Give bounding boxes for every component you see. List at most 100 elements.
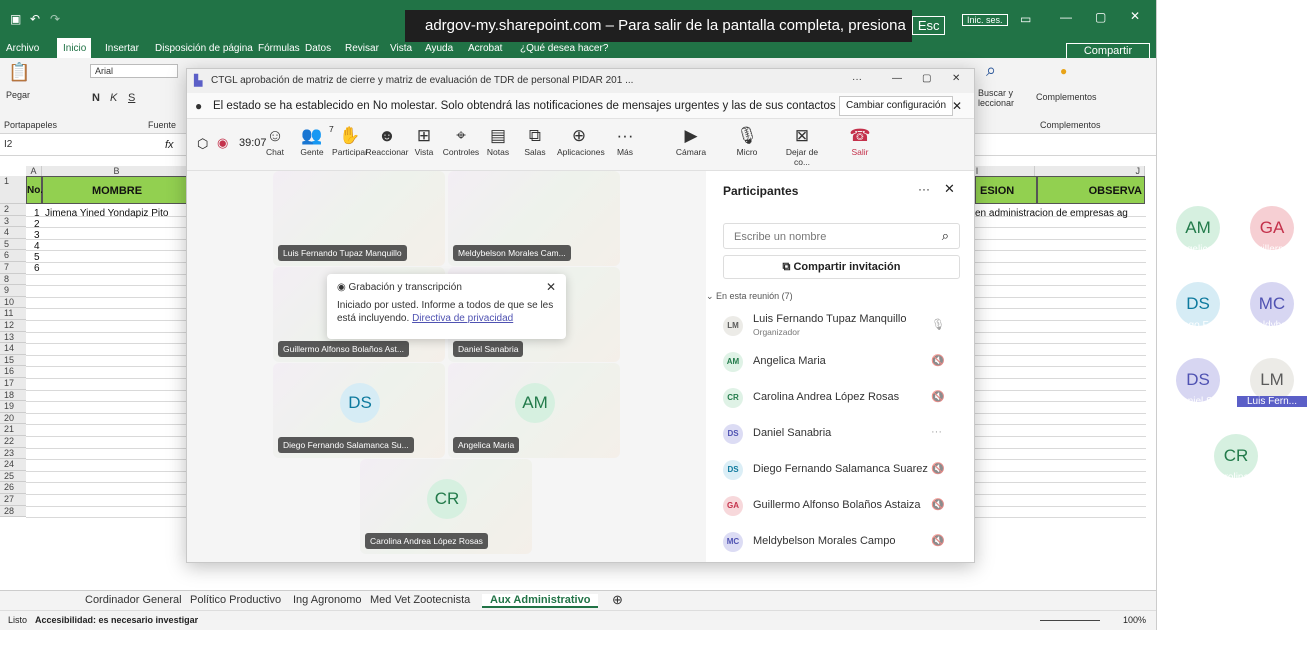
- mic-muted-icon[interactable]: 🔇: [931, 390, 945, 403]
- in-meeting-section[interactable]: ⌄ En esta reunión (7): [706, 291, 793, 302]
- name-box[interactable]: I2: [4, 139, 94, 153]
- row-header[interactable]: 14: [0, 343, 26, 355]
- row-header[interactable]: 13: [0, 331, 26, 344]
- minimize-icon[interactable]: —: [1060, 10, 1072, 24]
- row-header[interactable]: 9: [0, 285, 26, 297]
- row-header[interactable]: 15: [0, 354, 26, 367]
- sheet-tab-agronomo[interactable]: Ing Agronomo: [293, 594, 362, 606]
- menu-datos[interactable]: Datos: [305, 43, 331, 54]
- toolbar-button-salas[interactable]: ⧉ Salas: [513, 125, 557, 157]
- tell-me-search[interactable]: ¿Qué desea hacer?: [520, 43, 608, 54]
- toolbar-button-aplicaciones[interactable]: ⊕ Aplicaciones: [557, 125, 605, 157]
- row-header[interactable]: 27: [0, 494, 26, 506]
- row-header[interactable]: 3: [0, 215, 26, 228]
- menu-revisar[interactable]: Revisar: [345, 43, 379, 54]
- col-header-b[interactable]: B: [42, 166, 192, 176]
- menu-archivo[interactable]: Archivo: [6, 43, 39, 54]
- zoom-level[interactable]: 100%: [1123, 615, 1146, 625]
- mic-muted-icon[interactable]: 🔇: [931, 462, 945, 475]
- cell-i2[interactable]: en administracion de empresas ag: [975, 208, 1128, 219]
- cell-a6[interactable]: 5: [34, 252, 40, 263]
- row-header[interactable]: 2: [0, 204, 26, 216]
- mic-icon[interactable]: 🎙: [931, 318, 945, 331]
- save-icon[interactable]: ▣: [10, 12, 21, 26]
- row-header[interactable]: 28: [0, 505, 26, 518]
- mic-muted-icon[interactable]: 🔇: [931, 354, 945, 367]
- change-settings-button[interactable]: Cambiar configuración: [839, 96, 954, 116]
- sheet-tab-aux-administrativo[interactable]: Aux Administrativo: [482, 594, 599, 608]
- cell-a7[interactable]: 6: [34, 263, 40, 274]
- header-esion[interactable]: ESION: [975, 176, 1037, 204]
- menu-vista[interactable]: Vista: [390, 43, 412, 54]
- header-no[interactable]: No.: [26, 176, 43, 204]
- mic-muted-icon[interactable]: 🔇: [931, 498, 945, 511]
- zoom-slider[interactable]: [1040, 620, 1100, 621]
- cell-a5[interactable]: 4: [34, 241, 40, 252]
- participant-tile[interactable]: Luis Fernando Tupaz Manquillo: [273, 171, 445, 266]
- participant-tile[interactable]: AM Angelica Maria: [448, 363, 620, 458]
- privacy-policy-link[interactable]: Directiva de privacidad: [412, 313, 513, 324]
- toolbar-button-m-s[interactable]: ··· Más: [603, 125, 647, 157]
- minimize-icon[interactable]: —: [892, 73, 902, 84]
- close-panel-icon[interactable]: ✕: [944, 181, 955, 197]
- toolbar-button-dejar-de-co-[interactable]: ⊠ Dejar de co...: [780, 125, 824, 167]
- menu-insertar[interactable]: Insertar: [105, 43, 139, 54]
- redo-icon[interactable]: ↷: [50, 12, 60, 26]
- close-popup-icon[interactable]: ✕: [546, 280, 556, 294]
- menu-formulas[interactable]: Fórmulas: [258, 43, 300, 54]
- more-options-icon[interactable]: ···: [852, 74, 862, 85]
- menu-ayuda[interactable]: Ayuda: [425, 43, 453, 54]
- row-header[interactable]: 26: [0, 482, 26, 494]
- row-header[interactable]: 19: [0, 401, 26, 413]
- paste-label[interactable]: Pegar: [6, 90, 30, 100]
- accessibility-status[interactable]: Accesibilidad: es necesario investigar: [35, 615, 198, 625]
- panel-more-icon[interactable]: ···: [918, 182, 930, 196]
- row-header[interactable]: 22: [0, 436, 26, 448]
- select-label[interactable]: leccionar: [978, 98, 1014, 108]
- add-sheet-icon[interactable]: ⊕: [612, 592, 623, 608]
- maximize-icon[interactable]: ▢: [1095, 10, 1106, 24]
- col-header-j[interactable]: J: [1035, 166, 1145, 176]
- ribbon-display-icon[interactable]: ▭: [1020, 12, 1031, 26]
- addins-icon[interactable]: ●: [1060, 64, 1067, 78]
- find-select-label[interactable]: Buscar y: [978, 88, 1013, 98]
- paste-icon[interactable]: 📋: [8, 62, 30, 83]
- row-header[interactable]: 24: [0, 459, 26, 471]
- participant-item[interactable]: DS Diego Fernando Salamanca Suarez 🔇: [706, 453, 974, 487]
- addins-button[interactable]: Complementos: [1036, 92, 1097, 102]
- menu-acrobat[interactable]: Acrobat: [468, 43, 502, 54]
- participant-tile[interactable]: CR Carolina Andrea López Rosas: [360, 459, 532, 554]
- toolbar-button-micro[interactable]: 🎙 Micro: [725, 125, 769, 157]
- close-icon[interactable]: ✕: [952, 73, 960, 84]
- row-header[interactable]: 17: [0, 378, 26, 390]
- bold-button[interactable]: N: [92, 92, 100, 104]
- share-button[interactable]: Compartir: [1066, 43, 1150, 59]
- undo-icon[interactable]: ↶: [30, 12, 40, 26]
- shield-icon[interactable]: ⬡: [197, 136, 208, 152]
- participant-item[interactable]: MC Meldybelson Morales Campo 🔇: [706, 525, 974, 559]
- toolbar-button-salir[interactable]: ☎ Salir: [838, 125, 882, 157]
- row-header[interactable]: 10: [0, 296, 26, 309]
- row-header[interactable]: 7: [0, 262, 26, 274]
- signin-button[interactable]: Inic. ses.: [962, 14, 1008, 26]
- row-header[interactable]: 6: [0, 250, 26, 262]
- row-header[interactable]: 12: [0, 320, 26, 332]
- menu-disposicion[interactable]: Disposición de página: [155, 43, 253, 54]
- row-header[interactable]: 23: [0, 447, 26, 460]
- search-icon[interactable]: ⌕: [942, 228, 949, 244]
- cell-a3[interactable]: 2: [34, 219, 40, 230]
- sheet-tab-medvet[interactable]: Med Vet Zootecnista: [370, 594, 470, 606]
- sheet-tab-politico[interactable]: Político Productivo: [190, 594, 281, 606]
- close-icon[interactable]: ✕: [1130, 9, 1140, 23]
- participant-item[interactable]: CR Carolina Andrea López Rosas 🔇: [706, 381, 974, 415]
- maximize-icon[interactable]: ▢: [922, 73, 931, 84]
- share-invite-button[interactable]: ⧉ Compartir invitación: [723, 255, 960, 279]
- participant-item[interactable]: LM Luis Fernando Tupaz Manquillo Organizad…: [706, 309, 974, 343]
- cell-a2[interactable]: 1: [34, 208, 40, 219]
- italic-button[interactable]: K: [110, 92, 117, 104]
- row-header[interactable]: 21: [0, 424, 26, 436]
- cell-a4[interactable]: 3: [34, 230, 40, 241]
- col-header-a[interactable]: A: [26, 166, 42, 176]
- row-header[interactable]: 4: [0, 227, 26, 239]
- dismiss-notice-icon[interactable]: ✕: [952, 99, 962, 113]
